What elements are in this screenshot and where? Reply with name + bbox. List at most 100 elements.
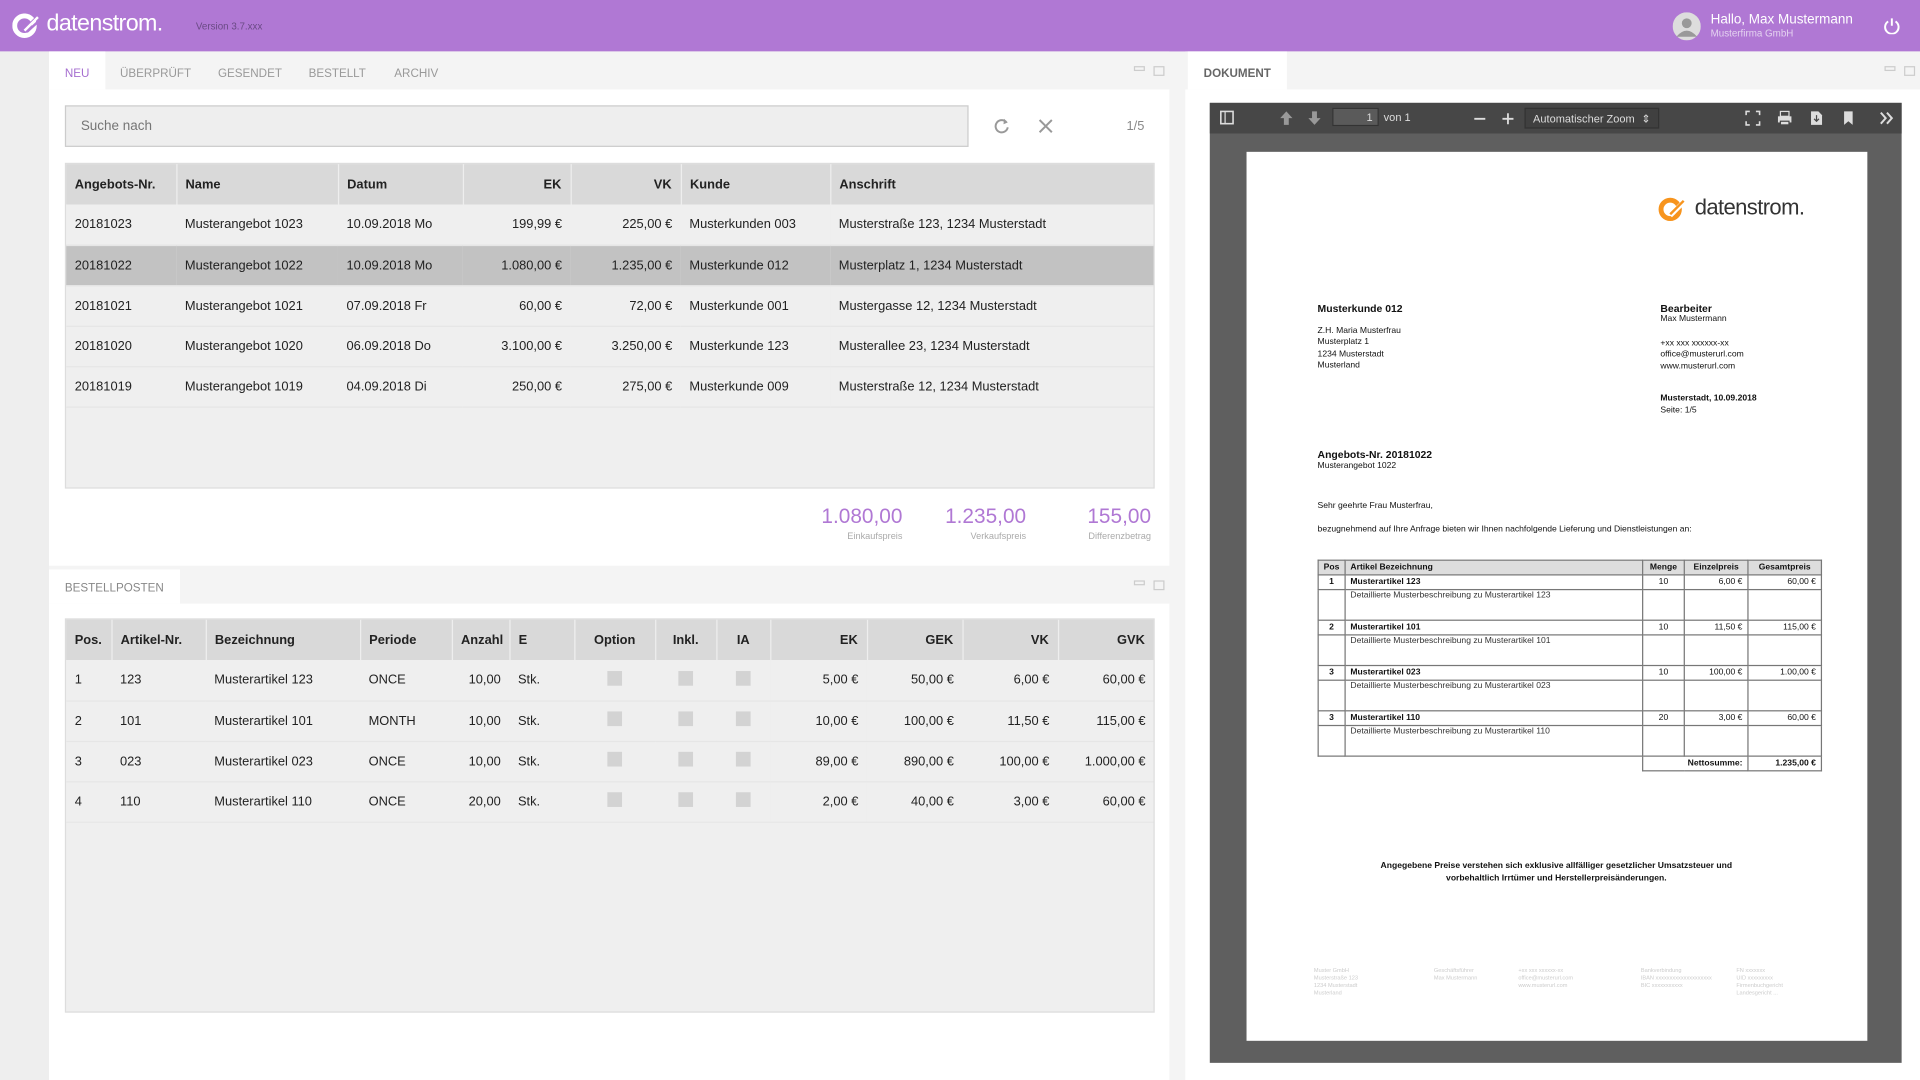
cancel-icon[interactable] <box>187 509 211 533</box>
download-icon[interactable] <box>320 509 344 533</box>
tab-dokument[interactable]: DOKUMENT <box>1187 51 1287 90</box>
column-header[interactable]: Name <box>176 164 339 205</box>
column-header[interactable]: GEK <box>866 619 964 661</box>
move-up-icon[interactable] <box>320 1031 344 1055</box>
column-header[interactable]: Anzahl <box>451 619 511 661</box>
next-page-icon[interactable] <box>1307 110 1323 126</box>
zoom-in-icon[interactable] <box>1500 110 1516 126</box>
zoom-select[interactable]: Automatischer Zoom ⇕ <box>1524 107 1660 129</box>
sidebar-item-chart-ring-icon[interactable] <box>12 212 36 236</box>
column-header[interactable]: E <box>509 619 575 661</box>
table-row[interactable]: 4 110 Musterartikel 110 ONCE 20,00 Stk. 2,00 €… <box>66 781 1154 823</box>
edit-icon[interactable] <box>80 1031 104 1055</box>
sidebar-item-cube-icon[interactable] <box>12 307 36 331</box>
close-icon[interactable] <box>1038 119 1053 134</box>
gear-icon[interactable] <box>12 1038 36 1062</box>
tab-gesendet[interactable]: GESENDET <box>202 51 298 89</box>
column-header[interactable]: Periode <box>360 619 453 661</box>
download-icon[interactable] <box>1809 110 1825 126</box>
maximize-icon[interactable] <box>1153 580 1165 591</box>
fullscreen-icon[interactable] <box>1745 110 1761 126</box>
delete-icon[interactable] <box>241 1031 265 1055</box>
refresh-icon[interactable] <box>993 118 1010 135</box>
column-header[interactable]: EK <box>462 164 572 205</box>
delete-icon[interactable] <box>241 509 265 533</box>
column-header[interactable]: Angebots-Nr. <box>66 164 177 205</box>
column-header[interactable]: Kunde <box>680 164 831 205</box>
column-header[interactable]: Datum <box>337 164 464 205</box>
column-header[interactable]: Option <box>574 619 656 661</box>
table-row[interactable]: 2 101 Musterartikel 101 MONTH 10,00 Stk. 10,00… <box>66 700 1154 742</box>
tab-archiv[interactable]: ARCHIV <box>378 51 454 89</box>
column-header[interactable]: Artikel-Nr. <box>111 619 207 661</box>
table-row[interactable]: 20181020 Musterangebot 1020 06.09.2018 Do 3… <box>66 325 1154 367</box>
column-header[interactable]: EK <box>770 619 868 661</box>
table-cell: 20181021 <box>66 285 177 327</box>
zoom-out-icon[interactable] <box>1472 110 1488 126</box>
column-header[interactable]: Bezeichnung <box>205 619 361 661</box>
checkbox[interactable] <box>607 792 623 807</box>
footer-line: Musterland <box>1313 989 1342 996</box>
page-number-input[interactable]: 1 <box>1332 107 1379 127</box>
checkbox[interactable] <box>678 711 694 727</box>
print-icon[interactable] <box>1777 110 1793 126</box>
maximize-icon[interactable] <box>1153 66 1165 76</box>
checkbox[interactable] <box>678 792 694 807</box>
sidebar-item-home-icon[interactable] <box>12 67 36 91</box>
column-header[interactable]: Inkl. <box>655 619 717 661</box>
checkbox[interactable] <box>607 711 623 727</box>
checkbox[interactable] <box>735 792 751 807</box>
previous-page-icon[interactable] <box>1278 110 1294 126</box>
edit-icon[interactable] <box>80 509 104 533</box>
minimize-icon[interactable] <box>1884 66 1896 72</box>
tab-überprüft[interactable]: ÜBERPRÜFT <box>104 51 207 89</box>
tab-neu[interactable]: NEU <box>48 51 106 90</box>
checkbox[interactable] <box>735 711 751 727</box>
column-header[interactable]: GVK <box>1057 619 1154 661</box>
table-row[interactable]: 1 123 Musterartikel 123 ONCE 10,00 Stk. 5,00 €… <box>66 660 1154 702</box>
maximize-icon[interactable] <box>1904 66 1916 76</box>
checkbox[interactable] <box>678 670 694 686</box>
checkbox[interactable] <box>607 670 623 686</box>
sidebar-item-shield-user-icon[interactable] <box>12 500 36 524</box>
minimize-icon[interactable] <box>1133 580 1145 586</box>
tools-chevron-icon[interactable] <box>1878 110 1894 126</box>
column-header[interactable]: Pos. <box>66 619 113 661</box>
search-input[interactable] <box>64 105 969 147</box>
column-header[interactable]: Anschrift <box>830 164 1154 205</box>
column-header[interactable]: IA <box>716 619 771 661</box>
sidebar-item-document-icon[interactable] <box>12 404 36 428</box>
cancel-icon[interactable] <box>187 1031 211 1055</box>
offer-number: Angebots-Nr. 20181022 <box>1317 448 1433 461</box>
avatar[interactable] <box>1672 12 1701 41</box>
table-row[interactable]: 3 023 Musterartikel 023 ONCE 10,00 Stk. 89,00 … <box>66 740 1154 782</box>
minimize-icon[interactable] <box>1133 66 1145 72</box>
column-header[interactable]: VK <box>570 164 682 205</box>
confirm-icon[interactable] <box>373 509 397 533</box>
table-row[interactable]: 20181021 Musterangebot 1021 07.09.2018 Fr 6… <box>66 285 1154 327</box>
sidebar-toggle-icon[interactable] <box>1220 110 1236 126</box>
sidebar-item-database-icon[interactable] <box>12 163 36 187</box>
tab-bestellposten[interactable]: BESTELLPOSTEN <box>48 569 180 604</box>
table-row[interactable]: 20181022 Musterangebot 1022 10.09.2018 Mo 1… <box>66 244 1154 286</box>
sidebar-item-play-icon[interactable] <box>12 115 36 139</box>
add-icon[interactable] <box>133 509 157 533</box>
tab-bestellt[interactable]: BESTELLT <box>293 51 382 89</box>
add-icon[interactable] <box>133 1031 157 1055</box>
table-row[interactable]: 20181019 Musterangebot 1019 04.09.2018 Di 2… <box>66 366 1154 408</box>
move-down-icon[interactable] <box>373 1031 397 1055</box>
checkbox[interactable] <box>678 751 694 767</box>
table-row[interactable]: 20181023 Musterangebot 1023 10.09.2018 Mo 1… <box>66 204 1154 246</box>
sidebar-item-calculator-icon[interactable] <box>12 260 36 284</box>
sidebar-item-ticket-icon[interactable] <box>12 452 36 476</box>
column-header[interactable]: VK <box>962 619 1059 661</box>
checkbox[interactable] <box>607 751 623 767</box>
checkbox[interactable] <box>735 751 751 767</box>
table-cell: 100,00 € <box>962 740 1058 782</box>
bookmark-icon[interactable] <box>1840 110 1856 126</box>
sidebar-item-calendar-icon[interactable] <box>12 355 36 379</box>
positions-table-container: Pos. Artikel-Nr. Bezeichnung Periode Anzahl E… <box>64 618 1155 1013</box>
power-icon[interactable] <box>1883 17 1900 35</box>
table-cell: Mustergasse 12, 1234 Musterstadt <box>830 285 1154 327</box>
checkbox[interactable] <box>735 670 751 686</box>
